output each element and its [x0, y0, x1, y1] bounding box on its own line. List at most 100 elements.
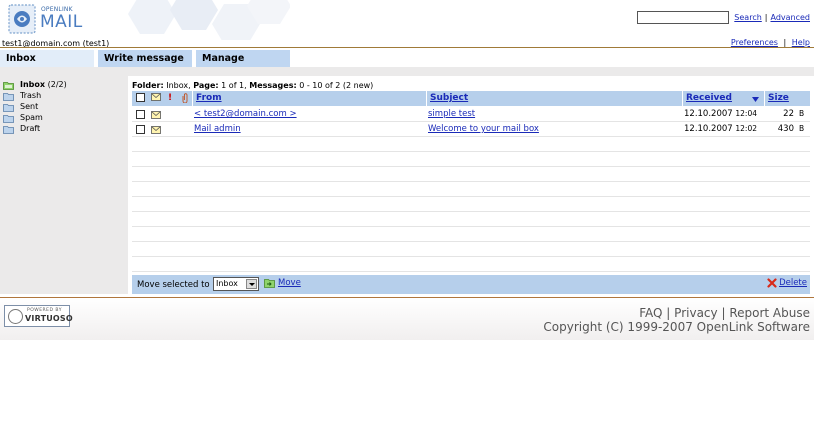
hexagon-decoration — [120, 0, 291, 44]
report-abuse-link[interactable]: Report Abuse — [729, 306, 810, 320]
tab-strip — [0, 67, 814, 76]
main-tabs: Inbox Write message Manage — [0, 50, 814, 67]
mail-stamp-icon — [8, 4, 36, 34]
move-folder-icon — [264, 279, 275, 288]
folder-info: Folder: Inbox, Page: 1 of 1, Messages: 0… — [132, 81, 373, 90]
sidebar-item-label: Sent — [20, 102, 39, 111]
subject-header-link[interactable]: Subject — [430, 93, 468, 103]
powered-by-text: POWERED BY — [27, 308, 63, 313]
separator: | — [666, 306, 671, 320]
empty-row — [132, 152, 810, 167]
sidebar-item-label: Trash — [20, 91, 42, 100]
priority-icon: ! — [168, 93, 173, 103]
delete-x-icon — [767, 278, 777, 288]
move-selected-label: Move selected to — [137, 280, 210, 290]
sort-by-size[interactable]: Size — [768, 91, 789, 106]
tab-inbox[interactable]: Inbox — [0, 50, 94, 67]
folder-value: Inbox, — [166, 81, 191, 90]
folder-icon — [3, 103, 14, 112]
message-subject-link[interactable]: Welcome to your mail box — [428, 124, 539, 134]
sort-by-from[interactable]: From — [196, 91, 222, 106]
empty-row — [132, 167, 810, 182]
envelope-icon — [151, 91, 161, 106]
empty-row — [132, 137, 810, 152]
table-row[interactable]: Mail admin Welcome to your mail box 12.1… — [132, 122, 810, 137]
empty-row — [132, 242, 810, 257]
logo-mail-text: MAIL — [40, 12, 83, 32]
unread-envelope-icon — [151, 126, 161, 137]
sort-by-subject[interactable]: Subject — [430, 91, 468, 106]
empty-row — [132, 257, 810, 272]
message-subject-link[interactable]: simple test — [428, 109, 475, 119]
chevron-down-icon[interactable] — [246, 279, 257, 289]
virtuoso-text: VIRTUOSO — [25, 314, 73, 323]
message-date: 12.10.2007 12:02 — [684, 124, 757, 134]
attachment-icon — [182, 91, 188, 106]
search-link[interactable]: Search — [734, 13, 761, 22]
row-checkbox[interactable] — [136, 125, 145, 137]
folder-icon — [3, 92, 14, 101]
openlink-mail-logo[interactable]: OPENLINK MAIL — [8, 3, 88, 35]
powered-by-virtuoso-badge[interactable]: POWERED BY VIRTUOSO — [4, 305, 73, 327]
message-from-link[interactable]: < test2@domain.com > — [194, 109, 297, 119]
messages-label: Messages: — [249, 81, 297, 90]
sidebar-item-inbox[interactable]: Inbox (2/2) — [3, 79, 67, 90]
tab-manage[interactable]: Manage — [196, 50, 290, 67]
sort-by-received[interactable]: Received — [686, 91, 732, 106]
received-header-link[interactable]: Received — [686, 93, 732, 103]
separator: | — [764, 13, 768, 22]
search-area: Search | Advanced — [637, 11, 810, 24]
advanced-search-link[interactable]: Advanced — [770, 13, 810, 22]
page-footer: POWERED BY VIRTUOSO FAQ | Privacy | Repo… — [0, 298, 814, 340]
tabs-divider — [0, 47, 814, 48]
tab-write-message[interactable]: Write message — [98, 50, 192, 67]
sidebar-item-label: Inbox — [20, 80, 46, 89]
top-links: Preferences | Help — [731, 38, 810, 47]
copyright: Copyright (C) 1999-2007 OpenLink Softwar… — [543, 320, 810, 334]
empty-row — [132, 182, 810, 197]
help-link[interactable]: Help — [792, 38, 810, 47]
page-value: 1 of 1, — [221, 81, 247, 90]
move-link[interactable]: Move — [278, 278, 301, 288]
message-list-panel: Folder: Inbox, Page: 1 of 1, Messages: 0… — [130, 76, 814, 294]
faq-link[interactable]: FAQ — [639, 306, 662, 320]
row-checkbox[interactable] — [136, 110, 145, 122]
message-size: 22 — [783, 109, 794, 119]
move-target-value: Inbox — [216, 279, 238, 288]
footer-links: FAQ | Privacy | Report Abuse — [639, 306, 810, 320]
from-header-link[interactable]: From — [196, 93, 222, 103]
folder-icon — [3, 114, 14, 123]
sidebar-item-label: Spam — [20, 113, 43, 122]
message-time: 12:02 — [735, 124, 757, 133]
messages-value: 0 - 10 of 2 (2 new) — [299, 81, 374, 90]
message-table-header: ! From Subject Received Size — [132, 91, 810, 106]
message-date: 12.10.2007 12:04 — [684, 109, 757, 119]
search-input[interactable] — [637, 11, 730, 24]
delete-button[interactable]: Delete — [767, 278, 807, 288]
separator: | — [721, 306, 726, 320]
header: OPENLINK MAIL Search | Advanced — [0, 0, 814, 44]
sidebar-item-label: Draft — [20, 124, 41, 133]
message-actions-bar: Move selected to Inbox Move Delete — [132, 275, 810, 294]
delete-link[interactable]: Delete — [779, 278, 807, 288]
unread-envelope-icon — [151, 111, 161, 122]
sidebar-item-trash[interactable]: Trash — [3, 90, 41, 101]
privacy-link[interactable]: Privacy — [674, 306, 717, 320]
sidebar-item-sent[interactable]: Sent — [3, 101, 38, 112]
select-all-checkbox[interactable] — [136, 91, 145, 106]
table-row[interactable]: < test2@domain.com > simple test 12.10.2… — [132, 107, 810, 122]
size-unit: B — [799, 124, 805, 133]
folder-icon — [3, 125, 14, 134]
sidebar-item-spam[interactable]: Spam — [3, 112, 43, 123]
sidebar-item-draft[interactable]: Draft — [3, 123, 40, 134]
move-button[interactable]: Move — [264, 278, 301, 288]
separator: | — [783, 38, 787, 47]
message-from-link[interactable]: Mail admin — [194, 124, 241, 134]
size-header-link[interactable]: Size — [768, 93, 789, 103]
preferences-link[interactable]: Preferences — [731, 38, 778, 47]
move-target-select[interactable]: Inbox — [213, 277, 259, 291]
message-size: 430 — [777, 124, 794, 134]
sidebar-item-count: (2/2) — [47, 80, 67, 89]
message-date-value: 12.10.2007 — [684, 109, 733, 119]
empty-row — [132, 212, 810, 227]
